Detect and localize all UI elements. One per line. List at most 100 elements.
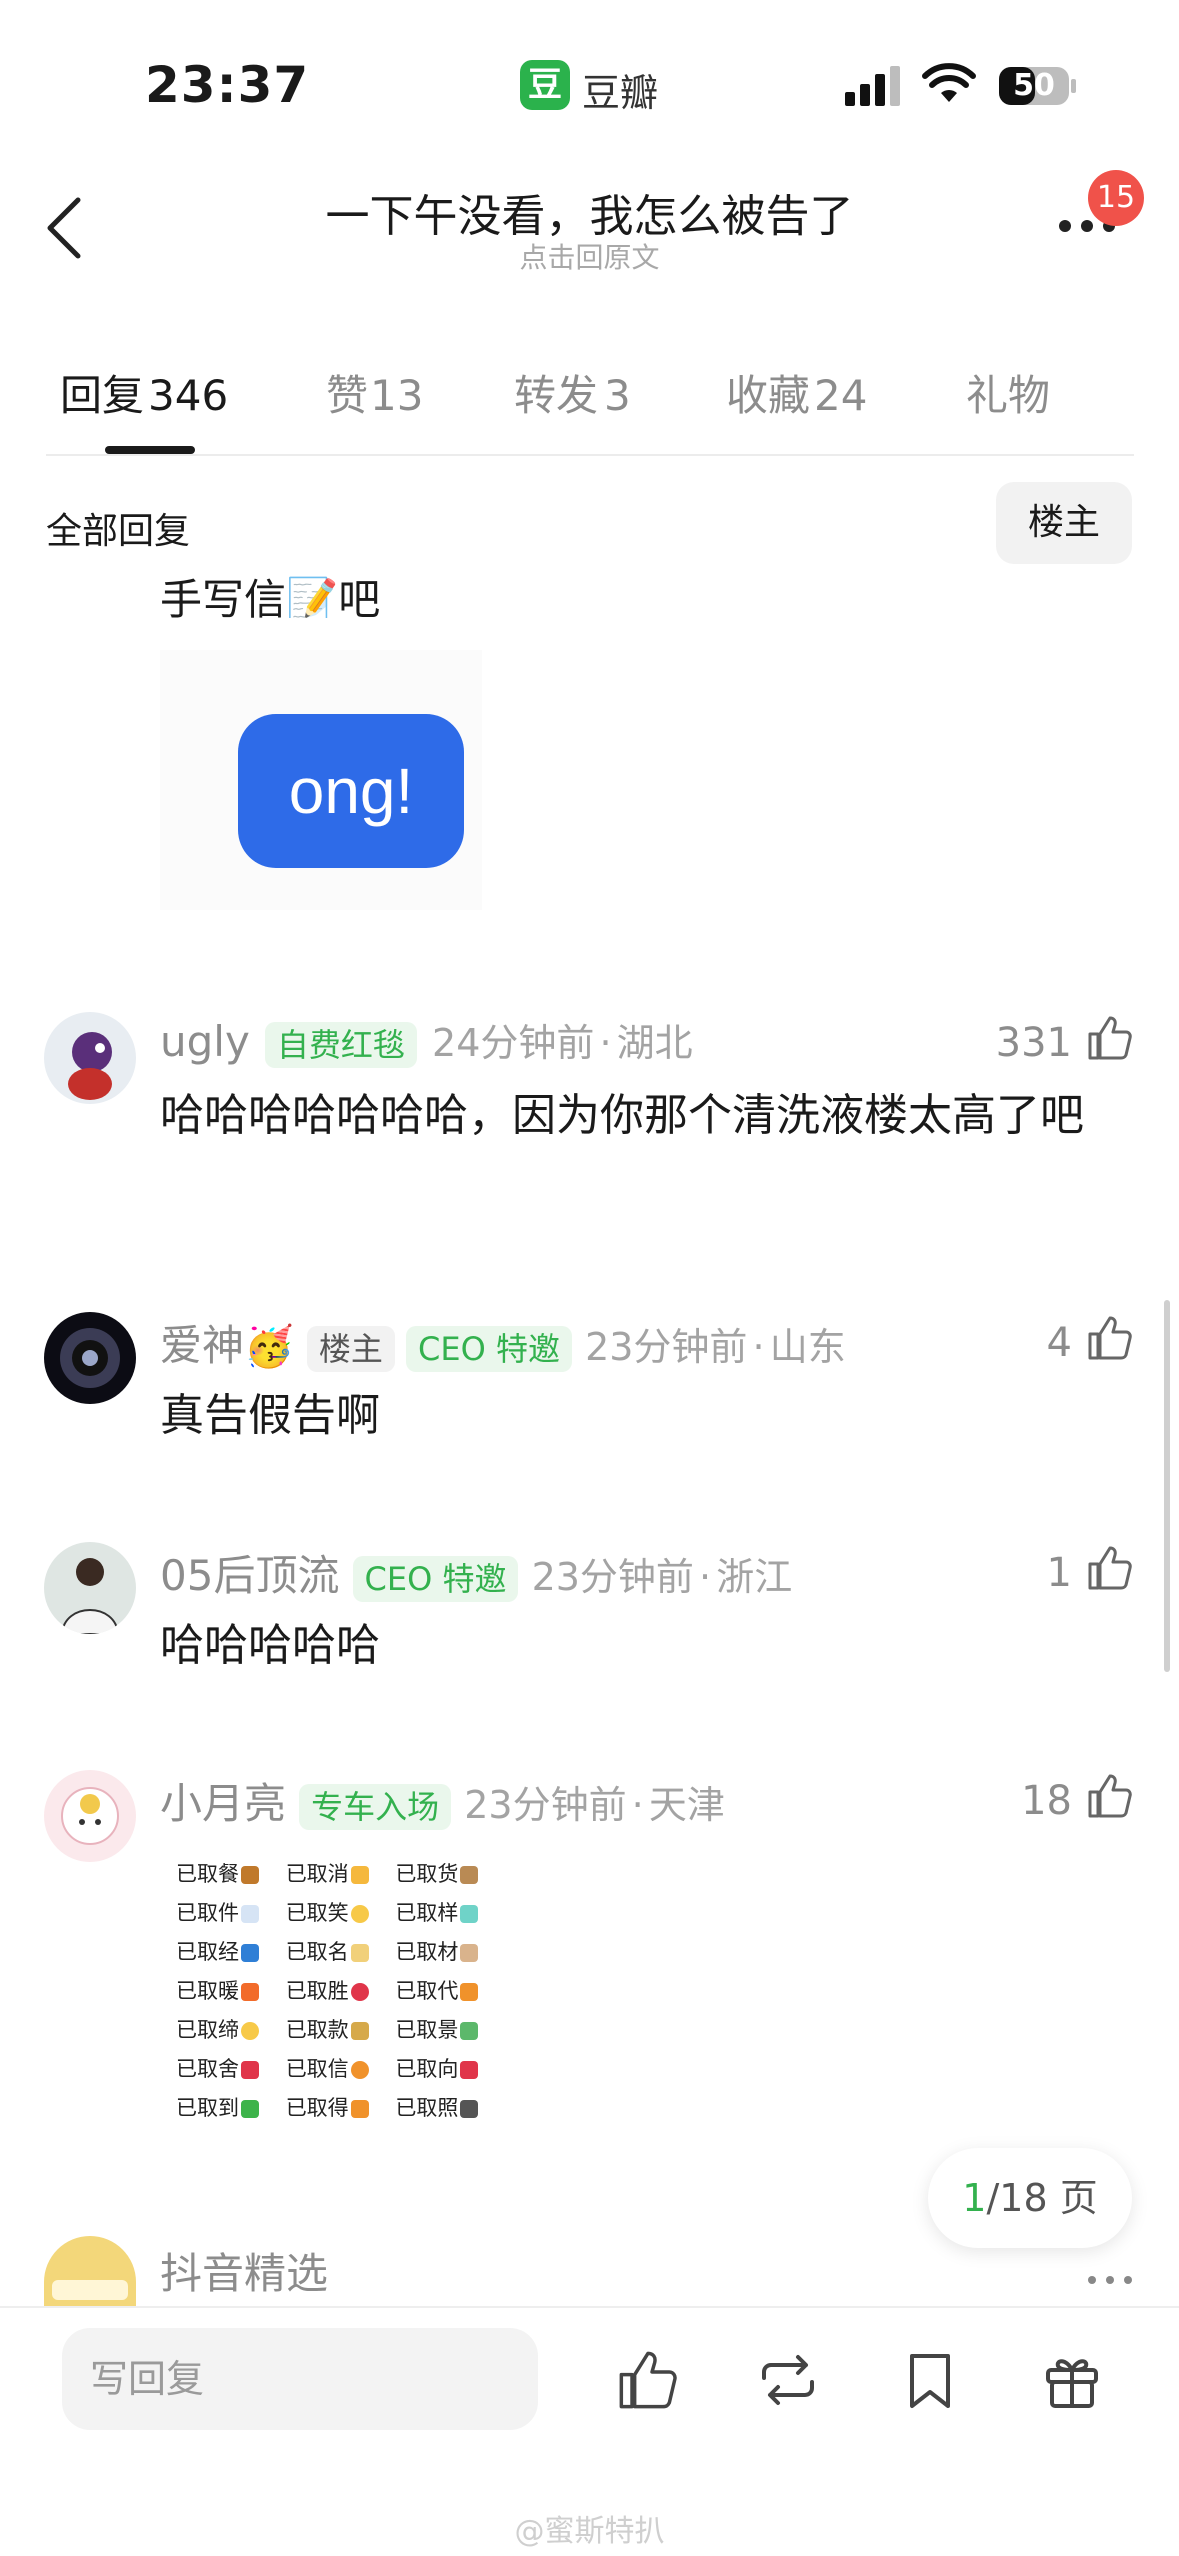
notification-badge: 15 <box>1088 170 1144 226</box>
sticker-cell: 已取暖 <box>176 1975 279 2005</box>
user-tag: 专车入场 <box>299 1784 452 1830</box>
back-to-original-link[interactable]: 点击回原文 <box>0 236 1179 276</box>
blue-book-icon <box>241 1944 259 1962</box>
like-count: 1 <box>1046 1550 1072 1596</box>
page-total: /18 页 <box>986 2176 1098 2220</box>
comment-time: 24分钟前 <box>432 1021 595 1065</box>
thumbs-up-icon[interactable] <box>616 2348 680 2412</box>
wifi-icon <box>922 63 976 102</box>
tab-gifts[interactable]: 礼物 <box>966 362 1050 423</box>
thumbs-up-icon[interactable] <box>1086 1544 1134 1592</box>
like-count: 4 <box>1046 1320 1072 1366</box>
tab-reposts[interactable]: 转发 3 <box>514 362 631 423</box>
avatar[interactable] <box>44 1542 136 1634</box>
sticker-label: 已取胜 <box>285 1979 349 2003</box>
tabs-divider <box>46 454 1134 456</box>
page-indicator[interactable]: 1/18 页 <box>928 2148 1132 2248</box>
like-count: 18 <box>1021 1778 1072 1824</box>
tab-replies[interactable]: 回复346 <box>60 362 228 423</box>
sticker-cell: 已取名 <box>286 1936 389 1966</box>
tab-gifts-label: 礼物 <box>966 371 1051 420</box>
scrollbar[interactable] <box>1164 1300 1170 1672</box>
user-tag: CEO 特邀 <box>352 1556 519 1602</box>
sticker-label: 已取照 <box>395 2096 459 2120</box>
repost-icon[interactable] <box>756 2348 820 2412</box>
meta-separator: · <box>599 1021 612 1065</box>
have-sign-icon <box>350 2100 369 2118</box>
more-dots-icon[interactable] <box>1086 2272 1134 2288</box>
comment-text: 真告假告啊 <box>160 1390 380 1441</box>
avatar[interactable] <box>44 1770 136 1862</box>
sticker-cell: 已取缔 <box>176 2014 279 2044</box>
tab-collections-label: 收藏 <box>726 371 811 420</box>
sticker-label: 已取餐 <box>176 1862 239 1886</box>
sticker-label: 已取信 <box>285 2057 349 2081</box>
username[interactable]: 爱神 <box>160 1321 244 1370</box>
sticker-cell: 已取款 <box>286 2014 389 2044</box>
sticker-cell: 已取样 <box>395 1897 498 1927</box>
sticker-label: 已取舍 <box>176 2057 239 2081</box>
tab-collections-count: 24 <box>814 371 868 420</box>
test-tube-icon <box>460 1905 479 1923</box>
sticker-label: 已取笑 <box>285 1901 349 1925</box>
meta-separator: · <box>752 1325 765 1369</box>
comment-header: 爱神🥳 楼主 CEO 特邀 23分钟前 · 山东 <box>160 1312 846 1373</box>
sticker-cell: 已取货 <box>395 1858 498 1888</box>
sticker-cell: 已取件 <box>176 1897 279 1927</box>
memo-icon <box>350 1944 369 1962</box>
sticker-cell: 已取餐 <box>176 1858 279 1888</box>
sticker-cell: 已取消 <box>286 1858 389 1888</box>
all-replies-label: 全部回复 <box>46 511 191 552</box>
sticker-label: 已取得 <box>285 2096 349 2120</box>
bento-icon <box>241 1866 259 1884</box>
tab-collections[interactable]: 收藏24 <box>726 362 867 423</box>
gift-icon[interactable] <box>1040 2348 1104 2412</box>
avatar[interactable] <box>44 1012 136 1104</box>
sticker-cell: 已取照 <box>395 2092 498 2122</box>
comment-location: 天津 <box>648 1783 725 1827</box>
comment-time: 23分钟前 <box>531 1555 694 1599</box>
sticker-row: 已取经 已取名 已取材 <box>176 1936 496 1975</box>
avatar[interactable] <box>44 1312 136 1404</box>
laughing-face-icon <box>350 1905 369 1923</box>
comment-header: 小月亮 专车入场 23分钟前 · 天津 <box>160 1770 725 1831</box>
tab-likes-count: 13 <box>370 371 424 420</box>
sos-icon <box>460 2061 479 2079</box>
username[interactable]: 小月亮 <box>160 1779 286 1828</box>
comment-location: 湖北 <box>616 1021 693 1065</box>
reply-input[interactable]: 写回复 <box>62 2328 538 2430</box>
op-only-button[interactable]: 楼主 <box>996 482 1132 564</box>
accept-sign-icon <box>350 2061 369 2079</box>
username[interactable]: 抖音精选 <box>160 2240 328 2301</box>
tab-reposts-label: 转发 <box>514 371 599 420</box>
username[interactable]: ugly <box>160 1017 250 1066</box>
sticker-cell: 已取得 <box>286 2092 389 2122</box>
cellular-signal-icon <box>845 66 900 106</box>
thumbs-up-icon[interactable] <box>1086 1772 1134 1820</box>
bookmark-icon[interactable] <box>898 2348 962 2412</box>
comment-header: ugly 自费红毯 24分钟前 · 湖北 <box>160 1012 693 1068</box>
partial-comment-text: 手写信📝吧 <box>160 575 381 618</box>
username[interactable]: 05后顶流 <box>160 1551 339 1600</box>
sticker-row: 已取舍 已取信 已取向 <box>176 2053 496 2092</box>
watermark: @蜜斯特扒 <box>514 2514 665 2549</box>
money-bag-icon <box>350 2022 369 2040</box>
thumbs-up-icon[interactable] <box>1086 1014 1134 1062</box>
tab-likes[interactable]: 赞13 <box>326 362 423 423</box>
avatar-aishen-icon <box>44 1312 136 1404</box>
sticker-label: 已取到 <box>176 2096 239 2120</box>
sticker-label: 已取消 <box>285 1862 349 1886</box>
comment-sticker-image[interactable]: 已取餐 已取消 已取货 已取件 已取笑 已取样 已取经 已取名 已取材 已取暖 … <box>176 1858 496 2131</box>
camera-icon <box>460 2100 479 2118</box>
discount-sign-icon <box>241 2061 259 2079</box>
thumbs-up-icon[interactable] <box>1086 1314 1134 1362</box>
avatar[interactable] <box>44 2236 136 2306</box>
sticker-label: 已取款 <box>285 2018 349 2042</box>
sticker-cell: 已取舍 <box>176 2053 279 2083</box>
sticker-cell: 已取向 <box>395 2053 498 2083</box>
package-icon <box>460 1866 479 1884</box>
sticker-row: 已取暖 已取胜 已取代 <box>176 1975 496 2014</box>
sticker-row: 已取缔 已取款 已取景 <box>176 2014 496 2053</box>
sticker-cell: 已取到 <box>176 2092 279 2122</box>
vs-icon <box>460 1983 479 2001</box>
